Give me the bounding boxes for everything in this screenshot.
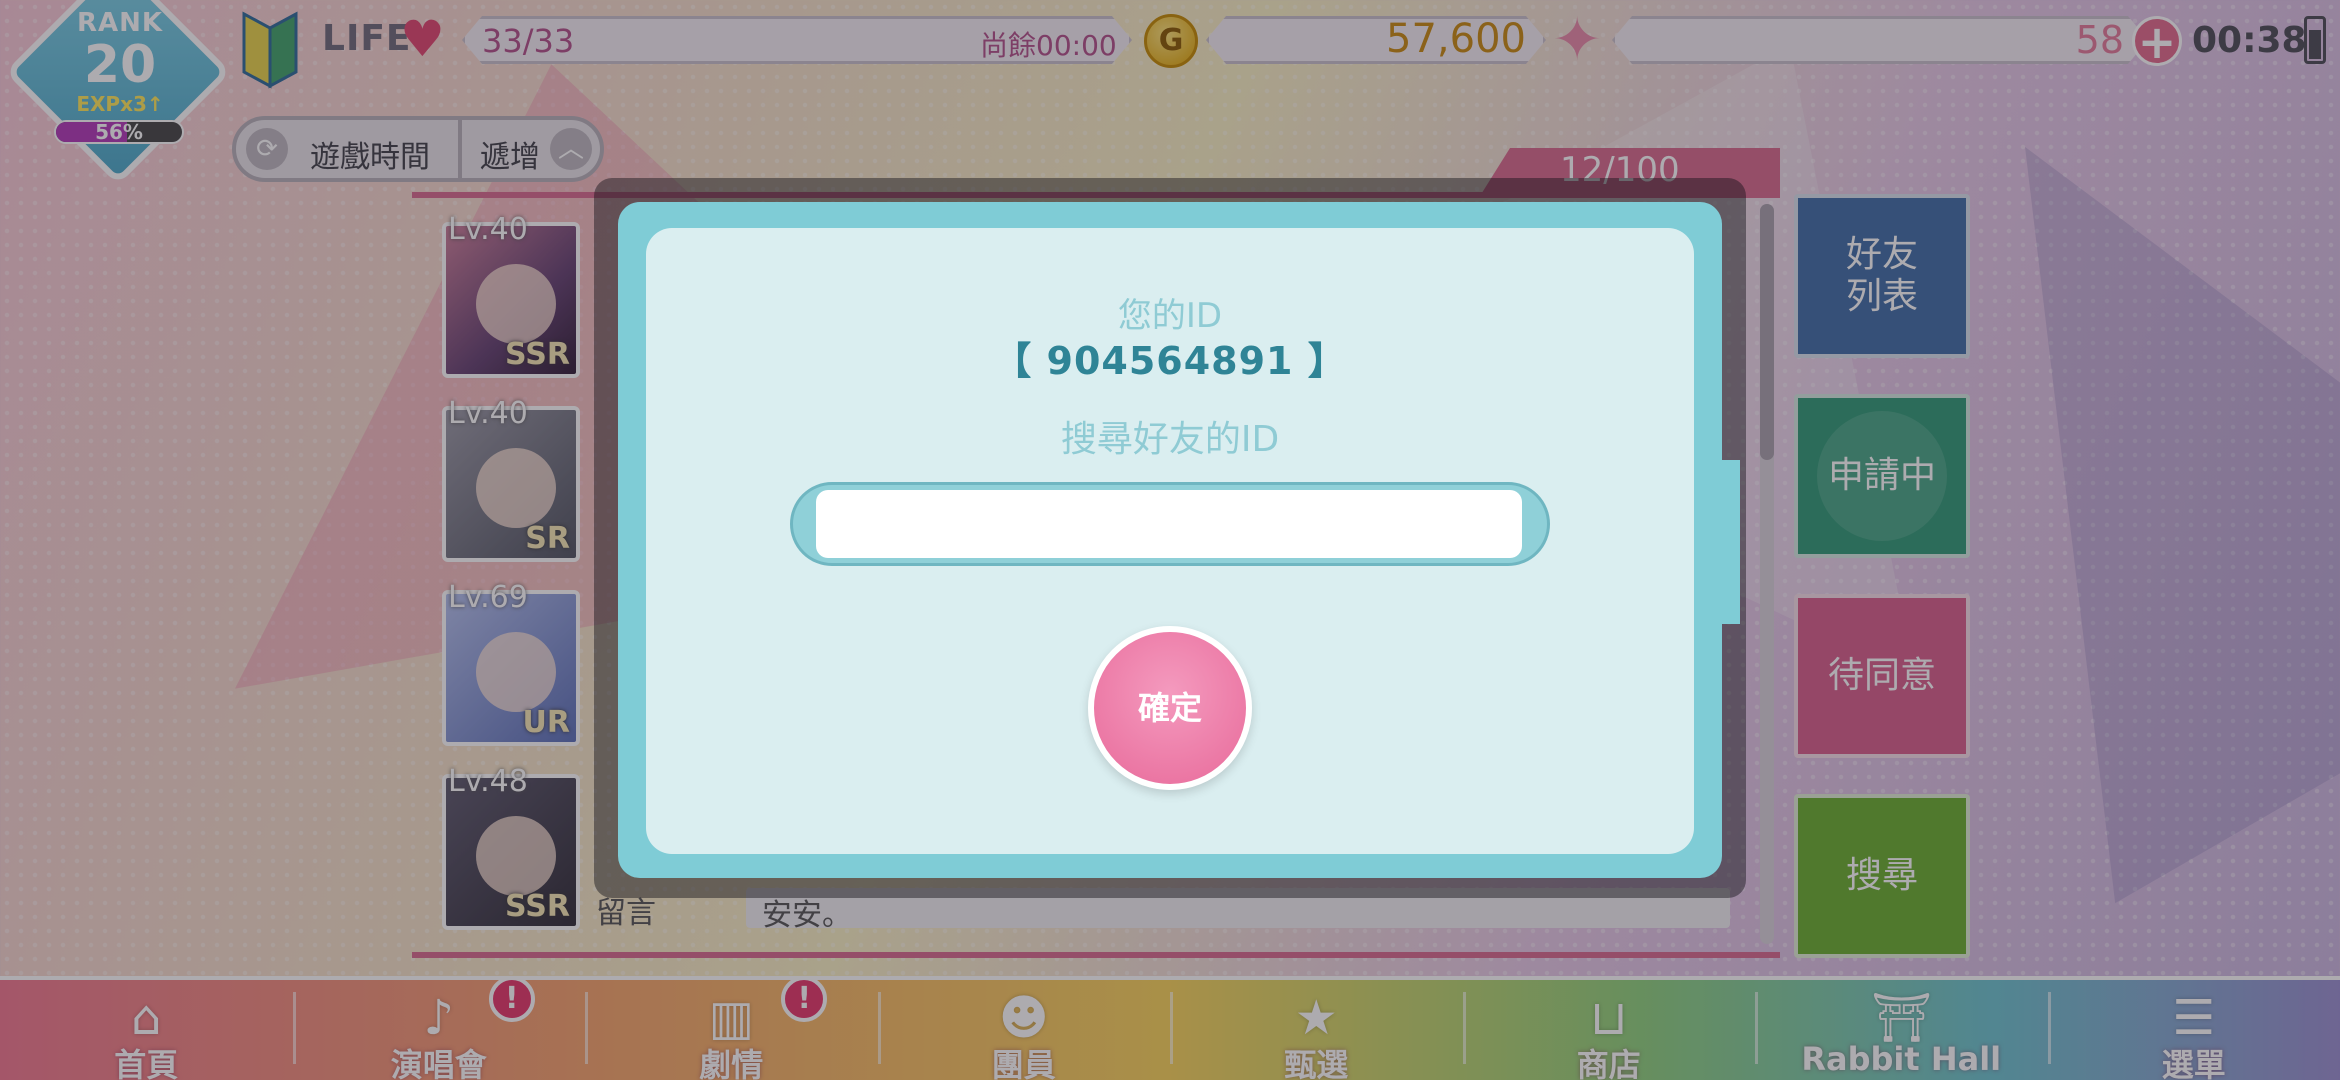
friend-id-input[interactable] <box>816 490 1522 558</box>
confirm-button[interactable]: 確定 <box>1088 626 1252 790</box>
your-id-value: 【 904564891 】 <box>993 339 1347 383</box>
search-id-label: 搜尋好友的ID <box>1060 419 1280 460</box>
